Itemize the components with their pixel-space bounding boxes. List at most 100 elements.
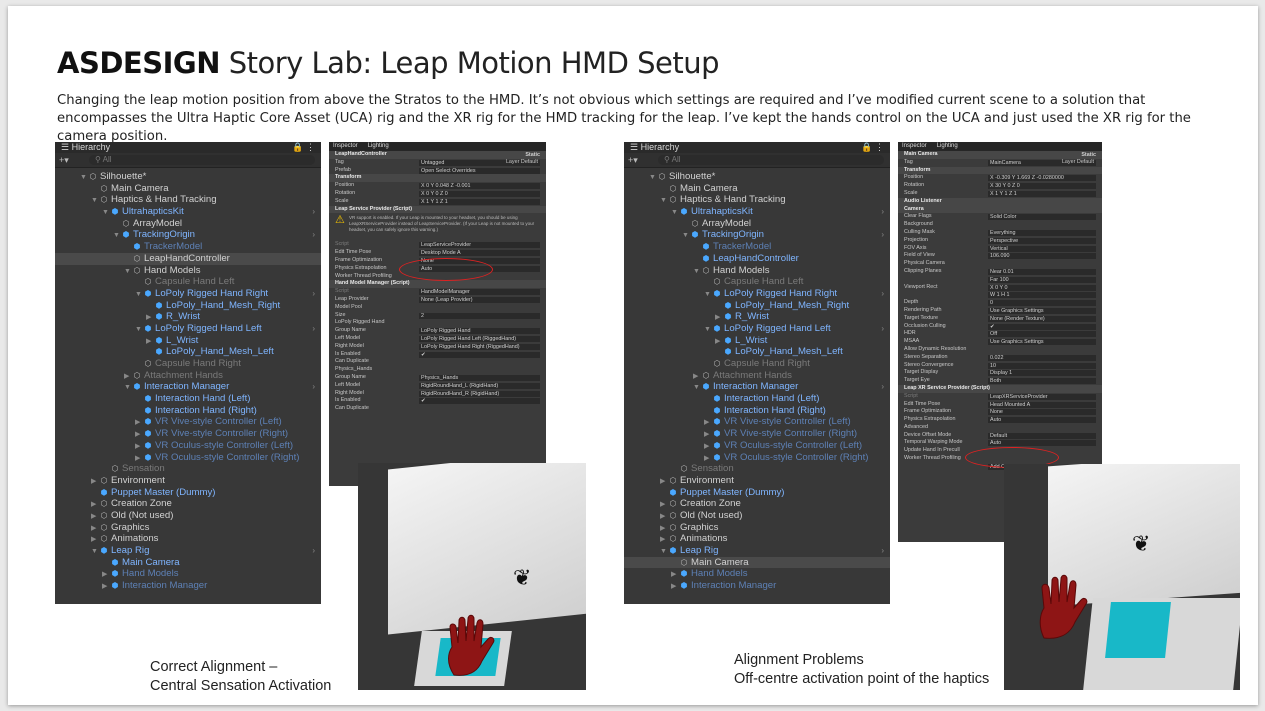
inspector-field[interactable]: Edit Time Pose Desktop Mode A xyxy=(329,249,546,257)
hierarchy-item[interactable]: ▶ ⬢ R_Wrist xyxy=(55,311,321,323)
field-value[interactable]: LoPoly Rigged Hand Left (RiggedHand) xyxy=(419,335,540,342)
hierarchy-item[interactable]: ▶ ⬢ L_Wrist xyxy=(55,335,321,347)
hierarchy-item[interactable]: ▼ ⬢ LoPoly Rigged Hand Left › xyxy=(55,323,321,335)
inspector-field[interactable]: Scale X 1 Y 1 Z 1 xyxy=(329,198,546,206)
hierarchy-item[interactable]: ▶ ⬡ Animations xyxy=(55,533,321,545)
hierarchy-item[interactable]: ▶ ⬢ VR Oculus-style Controller (Left) xyxy=(624,440,890,452)
hierarchy-item[interactable]: ▼ ⬡ Silhouette* xyxy=(55,171,321,183)
open-prefab-icon[interactable]: › xyxy=(881,545,884,557)
hierarchy-item[interactable]: ⬢ Interaction Hand (Left) xyxy=(624,393,890,405)
inspector-field[interactable]: Far 100 xyxy=(898,276,1102,284)
component-header[interactable]: LeapHandController Static xyxy=(329,151,546,159)
inspector-field[interactable]: Projection Perspective xyxy=(898,237,1102,245)
inspector-field[interactable]: Culling Mask Everything xyxy=(898,229,1102,237)
field-value[interactable]: LeapXRServiceProvider xyxy=(988,393,1096,400)
hierarchy-item[interactable]: ▼ ⬢ UltrahapticsKit › xyxy=(624,206,890,218)
add-icon[interactable]: +▾ xyxy=(628,155,638,165)
inspector-field[interactable]: Occlusion Culling ✔ xyxy=(898,323,1102,331)
tab-lighting[interactable]: Lighting xyxy=(937,143,958,149)
field-value[interactable]: Physics_Hands xyxy=(419,374,540,381)
field-value[interactable]: Solid Color xyxy=(988,214,1096,221)
hierarchy-item[interactable]: ▶ ⬢ VR Oculus-style Controller (Left) xyxy=(55,440,321,452)
field-value[interactable]: Head Mounted A xyxy=(988,401,1096,408)
open-prefab-icon[interactable]: › xyxy=(881,206,884,218)
hierarchy-item[interactable]: ▶ ⬡ Old (Not used) xyxy=(55,510,321,522)
tab-lighting[interactable]: Lighting xyxy=(368,143,389,149)
field-value[interactable]: Default xyxy=(988,432,1096,439)
hierarchy-item[interactable]: ▶ ⬢ R_Wrist xyxy=(624,311,890,323)
inspector-field[interactable]: Position X 0 Y 0.048 Z -0.001 xyxy=(329,182,546,190)
field-value[interactable]: X 0 Y 0 xyxy=(988,284,1096,291)
hierarchy-item[interactable]: ⬢ Puppet Master (Dummy) xyxy=(55,487,321,499)
component-header[interactable]: Hand Model Manager (Script) xyxy=(329,280,546,289)
hierarchy-item[interactable]: ▼ ⬢ Interaction Manager › xyxy=(55,381,321,393)
hierarchy-item[interactable]: ▼ ⬡ Hand Models xyxy=(624,265,890,277)
field-value[interactable]: None (Render Texture) xyxy=(988,315,1096,322)
hierarchy-item[interactable]: ▶ ⬡ Creation Zone xyxy=(624,498,890,510)
hierarchy-item[interactable]: ▶ ⬡ Creation Zone xyxy=(55,498,321,510)
open-prefab-icon[interactable]: › xyxy=(312,288,315,300)
hierarchy-item[interactable]: ⬡ Main Camera xyxy=(624,556,890,569)
inspector-field[interactable]: Frame Optimization None xyxy=(898,408,1102,416)
hierarchy-item[interactable]: ▶ ⬢ VR Vive-style Controller (Left) xyxy=(55,416,321,428)
inspector-field[interactable]: Rotation X 30 Y 0 Z 0 xyxy=(898,182,1102,190)
hierarchy-item[interactable]: ▼ ⬢ LoPoly Rigged Hand Right › xyxy=(55,288,321,300)
component-header[interactable]: Transform xyxy=(898,166,1102,175)
layer-field[interactable]: Layer Default xyxy=(506,159,538,167)
hierarchy-item[interactable]: ⬡ Capsule Hand Left xyxy=(624,276,890,288)
field-value[interactable]: HandModelManager xyxy=(419,289,540,296)
inspector-field[interactable]: Physical Camera xyxy=(898,260,1102,268)
inspector-field[interactable]: Position X -0.309 Y 1.669 Z -0.0280000 xyxy=(898,174,1102,182)
tab-inspector[interactable]: Inspector xyxy=(333,143,358,149)
inspector-field[interactable]: Is Enabled ✔ xyxy=(329,397,546,405)
inspector-field[interactable]: Field of View 106.090 xyxy=(898,252,1102,260)
component-header[interactable]: Transform xyxy=(329,174,546,183)
field-value[interactable]: X 0 Y 0.048 Z -0.001 xyxy=(419,183,540,190)
field-value[interactable]: Static xyxy=(523,152,540,158)
inspector-field[interactable]: Model Pool xyxy=(329,304,546,312)
hierarchy-item[interactable]: ▶ ⬡ Animations xyxy=(624,533,890,545)
open-prefab-icon[interactable]: › xyxy=(881,381,884,393)
field-value[interactable]: Auto xyxy=(988,417,1096,424)
inspector-field[interactable]: Prefab Open Select Overrides xyxy=(329,167,546,175)
hierarchy-item[interactable]: ⬢ LoPoly_Hand_Mesh_Right xyxy=(624,300,890,312)
hierarchy-item[interactable]: ▼ ⬡ Haptics & Hand Tracking xyxy=(624,194,890,206)
inspector-field[interactable]: Temporal Warping Mode Auto xyxy=(898,439,1102,447)
field-value[interactable]: Open Select Overrides xyxy=(419,167,540,174)
inspector-field[interactable]: Target Eye Both xyxy=(898,377,1102,385)
hierarchy-item[interactable]: ▶ ⬡ Graphics xyxy=(55,522,321,534)
hierarchy-item[interactable]: ▼ ⬢ TrackingOrigin › xyxy=(624,229,890,241)
field-value[interactable]: ✔ xyxy=(988,323,1096,330)
open-prefab-icon[interactable]: › xyxy=(312,545,315,557)
component-header[interactable]: Leap XR Service Provider (Script) xyxy=(898,384,1102,393)
hierarchy-item[interactable]: ▶ ⬢ VR Vive-style Controller (Left) xyxy=(624,416,890,428)
field-value[interactable]: X 30 Y 0 Z 0 xyxy=(988,183,1096,190)
inspector-field[interactable]: Script LeapXRServiceProvider xyxy=(898,393,1102,401)
field-value[interactable]: X 1 Y 1 Z 1 xyxy=(988,190,1096,197)
inspector-field[interactable]: Rendering Path Use Graphics Settings xyxy=(898,307,1102,315)
hierarchy-item[interactable]: ⬢ Interaction Hand (Right) xyxy=(55,405,321,417)
component-header[interactable]: Audio Listener xyxy=(898,197,1102,206)
hierarchy-item[interactable]: ⬡ LeapHandController xyxy=(55,252,321,265)
inspector-field[interactable]: Target Display Display 1 xyxy=(898,369,1102,377)
hierarchy-item[interactable]: ⬢ TrackerModel xyxy=(55,241,321,253)
inspector-field[interactable]: Depth 0 xyxy=(898,299,1102,307)
inspector-field[interactable]: Left Model RigidRoundHand_L (RigidHand) xyxy=(329,382,546,390)
open-prefab-icon[interactable]: › xyxy=(312,323,315,335)
field-value[interactable]: X 0 Y 0 Z 0 xyxy=(419,190,540,197)
inspector-field[interactable]: Tag MainCamera Layer Default xyxy=(898,159,1102,167)
hierarchy-item[interactable]: ⬡ Capsule Hand Left xyxy=(55,276,321,288)
inspector-field[interactable]: Clipping Planes Near 0.01 xyxy=(898,268,1102,276)
hierarchy-item[interactable]: ▼ ⬢ Interaction Manager › xyxy=(624,381,890,393)
field-value[interactable]: Desktop Mode A xyxy=(419,250,540,257)
field-value[interactable]: ✔ xyxy=(419,398,540,405)
inspector-field[interactable]: Viewport Rect X 0 Y 0 xyxy=(898,284,1102,292)
inspector-field[interactable]: Stereo Separation 0.022 xyxy=(898,354,1102,362)
hierarchy-item[interactable]: ▶ ⬡ Environment xyxy=(55,475,321,487)
inspector-field[interactable]: Scale X 1 Y 1 Z 1 xyxy=(898,190,1102,198)
field-value[interactable]: Use Graphics Settings xyxy=(988,307,1096,314)
hierarchy-item[interactable]: ⬢ LoPoly_Hand_Mesh_Left xyxy=(55,346,321,358)
inspector-field[interactable]: Right Model RigidRoundHand_R (RigidHand) xyxy=(329,390,546,398)
hierarchy-item[interactable]: ▶ ⬢ VR Oculus-style Controller (Right) xyxy=(55,452,321,464)
hierarchy-item[interactable]: ⬢ Interaction Hand (Right) xyxy=(624,405,890,417)
